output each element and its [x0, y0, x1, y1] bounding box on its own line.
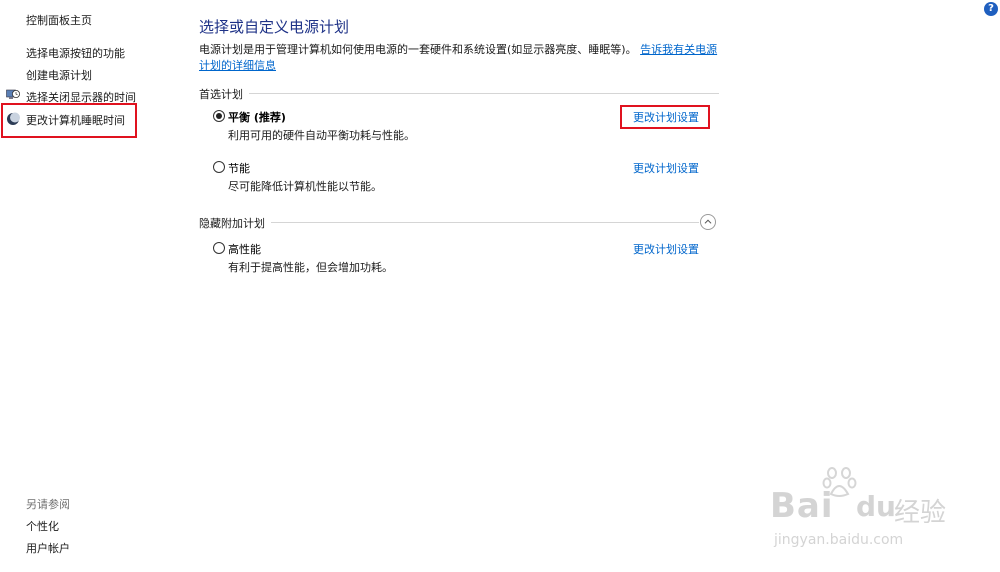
divider [199, 93, 719, 94]
choose-power-button-link[interactable]: 选择电源按钮的功能 [26, 45, 125, 61]
divider [199, 222, 699, 223]
help-icon[interactable]: ? [984, 2, 998, 16]
watermark-cn: 经验 [894, 498, 947, 528]
hidden-plans-header: 隐藏附加计划 [199, 215, 719, 231]
baidu-watermark: Bai du 经验 jingyan.baidu.com [770, 460, 970, 560]
watermark-brand: Bai [770, 486, 834, 526]
plan-name: 平衡 (推荐) [228, 111, 286, 124]
preferred-plans-header: 首选计划 [199, 86, 719, 102]
plan-description: 利用可用的硬件自动平衡功耗与性能。 [228, 129, 415, 142]
moon-icon [7, 112, 20, 125]
change-sleep-time-link[interactable]: 更改计算机睡眠时间 [26, 112, 125, 128]
page-description: 电源计划是用于管理计算机如何使用电源的一套硬件和系统设置(如显示器亮度、睡眠等)… [199, 42, 719, 74]
plan-name: 节能 [228, 162, 250, 175]
page-title: 选择或自定义电源计划 [199, 18, 350, 36]
change-plan-settings-link[interactable]: 更改计划设置 [633, 109, 699, 125]
radio-balanced[interactable] [213, 110, 225, 122]
plan-name: 高性能 [228, 243, 261, 256]
plan-description: 尽可能降低计算机性能以节能。 [228, 180, 382, 193]
personalization-link[interactable]: 个性化 [26, 518, 59, 534]
plan-description: 有利于提高性能，但会增加功耗。 [228, 261, 393, 274]
user-accounts-link[interactable]: 用户帐户 [26, 540, 70, 556]
hidden-plans-label: 隐藏附加计划 [199, 215, 271, 231]
create-power-plan-link[interactable]: 创建电源计划 [26, 67, 92, 83]
monitor-clock-icon [6, 89, 20, 99]
see-also-heading: 另请参阅 [26, 498, 70, 511]
preferred-plans-label: 首选计划 [199, 86, 249, 102]
change-plan-settings-link[interactable]: 更改计划设置 [633, 160, 699, 176]
sidebar: 控制面板主页 选择电源按钮的功能 创建电源计划 选择关闭显示器的时间 更改计算机… [0, 0, 170, 572]
watermark-url: jingyan.baidu.com [774, 532, 904, 548]
description-text: 电源计划是用于管理计算机如何使用电源的一套硬件和系统设置(如显示器亮度、睡眠等)… [199, 43, 637, 56]
radio-power-saver[interactable] [213, 161, 225, 173]
radio-high-performance[interactable] [213, 242, 225, 254]
change-plan-settings-link[interactable]: 更改计划设置 [633, 241, 699, 257]
control-panel-home-link[interactable]: 控制面板主页 [26, 12, 92, 28]
watermark-brand2: du [856, 490, 896, 523]
chevron-up-icon[interactable] [700, 214, 716, 230]
